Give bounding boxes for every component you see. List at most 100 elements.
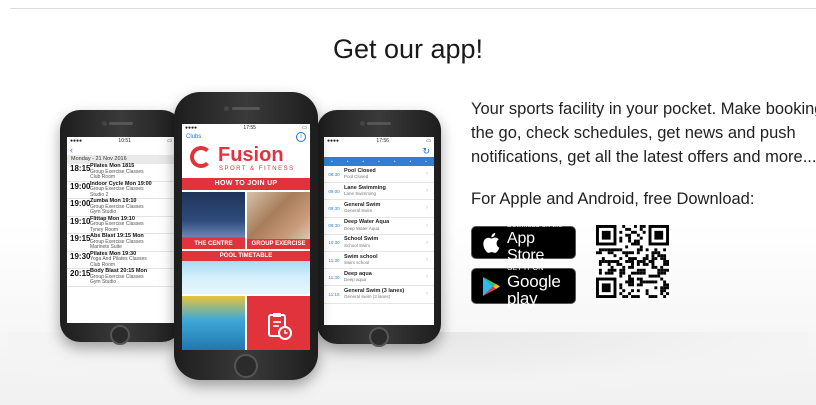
status-bar: ●●●● 17:56 ▭ [324, 137, 434, 145]
nav-bar: ‹ [67, 145, 175, 155]
class-room: Marinets Suite [90, 244, 122, 250]
brand-subtitle: SPORT & FITNESS [219, 166, 295, 172]
chevron-right-icon: › [426, 239, 428, 246]
class-row[interactable]: 19:00 Indoor Cycle Mon 19:00 Group Exercis… [67, 181, 175, 199]
app-description: Your sports facility in your pocket. Mak… [471, 97, 816, 169]
fusion-logo: Fusion SPORT & FITNESS [182, 142, 310, 178]
phone-speaker [232, 107, 260, 110]
class-row[interactable]: 19:30 Pilates Mon 19:30 Yoga And Pilates C… [67, 251, 175, 269]
badge-big-text: App Store [507, 229, 545, 264]
chevron-right-icon: › [426, 222, 428, 229]
app-store-badge[interactable]: Download on the App Store [471, 222, 576, 264]
class-info: Pilates Mon 19:30 Yoga And Pilates Classe… [90, 251, 147, 269]
session-info: Lane Swimming Lane Swimming [344, 185, 426, 197]
top-divider [10, 8, 816, 9]
session-sub: Deep aqua [344, 277, 367, 283]
class-row[interactable]: 19:00 Zumba Mon 19:10 Group Exercise Class… [67, 198, 175, 217]
session-row[interactable]: 11:15 General Swim (3 lanes) General swim … [324, 286, 434, 304]
info-icon[interactable]: i [296, 132, 306, 142]
tile-label: POOL TIMETABLE [182, 251, 310, 261]
qr-code [596, 225, 669, 298]
session-info: Swim school Swim school [344, 254, 426, 266]
session-info: Deep Water Aqua Deep Water Aqua [344, 220, 426, 231]
page-title: Get our app! [332, 34, 484, 64]
battery-icon: ▭ [167, 138, 172, 144]
badge-small-text: Download on the [507, 221, 563, 229]
google-play-badge[interactable]: GET IT ON Google play [471, 265, 576, 308]
nav-bar: ↻ [324, 145, 434, 157]
brand-name: Fusion [218, 144, 284, 166]
back-chevron-icon[interactable]: ‹ [70, 145, 73, 155]
session-row[interactable]: 09:00 Lane Swimming Lane Swimming › [324, 183, 434, 201]
pool-screen: ●●●● 17:56 ▭ ↻ • • • • • • • 08:30 Pool Closed P… [324, 137, 434, 325]
class-info: Body Blast 20:15 Mon Group Exercise Class… [90, 268, 147, 286]
status-time: 10:51 [118, 138, 131, 144]
session-row[interactable]: 11:30 Swim school Swim school › [324, 252, 434, 270]
session-info: General Swim (3 lanes) General swim (3 la… [344, 288, 426, 300]
nav-bar: Clubs i [182, 132, 310, 142]
class-time: 18:15 [70, 164, 91, 173]
session-row[interactable]: 11:30 Deep aqua Deep aqua › [324, 269, 434, 287]
tile-label: THE CENTRE [182, 239, 245, 249]
class-room: Gym Studio [90, 209, 117, 215]
qr-code-image [596, 225, 669, 298]
session-time: 09:00 [328, 188, 340, 194]
status-time: 17:56 [376, 138, 389, 144]
fusion-ring-icon [190, 146, 212, 168]
tile-pool-timetable[interactable]: POOL TIMETABLE [182, 251, 310, 294]
class-time: 19:00 [70, 181, 91, 191]
session-info: Pool Closed Pool Closed [344, 168, 426, 180]
session-row[interactable]: 10:30 School Swim School Swim › [324, 235, 434, 252]
class-info: Abs Blast 19:15 Mon Group Exercise Classe… [90, 233, 144, 251]
class-row[interactable]: 20:15 Body Blast 20:15 Mon Group Exercise … [67, 268, 175, 287]
class-list: 18:15 Pilates Mon 1815 Group Exercise Clas… [67, 163, 175, 287]
day-selector[interactable]: • • • • • • • [324, 157, 434, 166]
phone-left: ●●●● 10:51 ▭ ‹ Monday - 21 Nov 2016 18:1… [60, 110, 182, 345]
session-time: 10:30 [328, 240, 340, 246]
home-button [234, 354, 258, 378]
class-time: 20:15 [70, 269, 91, 278]
phone-camera [360, 121, 365, 126]
session-row[interactable]: 09:30 General Swim General Swim › [324, 200, 434, 218]
session-row[interactable]: 09:30 Deep Water Aqua Deep Water Aqua › [324, 218, 434, 235]
chevron-right-icon: › [426, 274, 428, 281]
chevron-right-icon: › [426, 188, 428, 195]
how-to-join-button[interactable]: HOW TO JOIN UP [182, 178, 310, 190]
class-room: Gym Studio [90, 279, 117, 285]
session-sub: Pool Closed [344, 174, 369, 180]
download-label: For Apple and Android, free Download: [471, 190, 755, 208]
session-time: 11:30 [328, 274, 340, 280]
status-bar: ●●●● 10:51 ▭ [67, 137, 175, 145]
session-row[interactable]: 08:30 Pool Closed Pool Closed › [324, 166, 434, 184]
session-info: Deep aqua Deep aqua [344, 271, 426, 283]
tile-group-exercise[interactable]: GROUP EXERCISE [247, 192, 310, 249]
tile-photo[interactable] [182, 296, 245, 350]
apple-logo-icon [480, 231, 502, 255]
class-time: 19:30 [70, 251, 91, 261]
phone-camera [224, 106, 229, 111]
session-info: General Swim General Swim [344, 202, 426, 214]
tile-booking[interactable] [247, 296, 310, 350]
tile-the-centre[interactable]: THE CENTRE [182, 192, 245, 249]
badge-big-text: Google play [507, 272, 561, 308]
battery-icon: ▭ [302, 125, 307, 131]
session-time: 09:30 [328, 223, 340, 229]
status-time: 17:55 [243, 125, 256, 131]
phone-camera [102, 121, 107, 126]
phone-right: ●●●● 17:56 ▭ ↻ • • • • • • • 08:30 Pool Closed P… [317, 110, 441, 347]
session-sub: General swim (3 lanes) [344, 294, 391, 300]
refresh-icon[interactable]: ↻ [422, 146, 430, 157]
class-row[interactable]: 19:10 Flittap Mon 19:10 Group Exercise Cla… [67, 216, 175, 234]
class-room: Club Room [90, 174, 116, 180]
clubs-link[interactable]: Clubs [186, 134, 201, 140]
menu-tiles: THE CENTRE GROUP EXERCISE POOL TIMETABLE [182, 192, 310, 350]
tile-label: GROUP EXERCISE [247, 239, 310, 249]
class-row[interactable]: 19:15 Abs Blast 19:15 Mon Group Exercise C… [67, 233, 175, 252]
schedule-screen: ●●●● 10:51 ▭ ‹ Monday - 21 Nov 2016 18:1… [67, 137, 175, 323]
status-bar: ●●●● 17:55 ▭ [182, 124, 310, 132]
chevron-right-icon: › [426, 291, 428, 298]
home-button [369, 327, 389, 347]
class-row[interactable]: 18:15 Pilates Mon 1815 Group Exercise Clas… [67, 163, 175, 182]
class-time: 19:10 [70, 216, 91, 226]
session-time: 11:15 [328, 291, 340, 297]
